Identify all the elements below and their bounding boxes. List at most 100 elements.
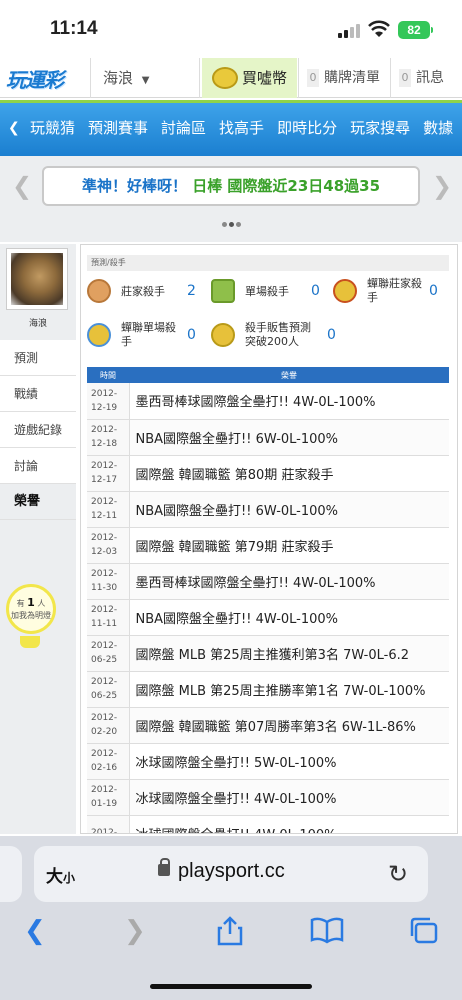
table-row[interactable]: 2012- 12-03 國際盤 韓國職籃 第79期 莊家殺手: [87, 527, 449, 564]
badge-count: 0: [327, 327, 336, 343]
address-bar[interactable]: 大小 playsport.cc ↻: [34, 846, 428, 902]
nav-item-predict[interactable]: 預測賽事: [88, 119, 148, 137]
row-honor-title[interactable]: 墨西哥棒球國際盤全壘打!! 4W-0L-100%: [129, 383, 449, 420]
row-month-day: 12-19: [91, 402, 118, 413]
row-honor-title[interactable]: NBA國際盤全壘打!! 4W-0L-100%: [129, 599, 449, 636]
chevron-down-icon: ▼: [141, 75, 150, 86]
cart-label: 購牌清單: [324, 70, 380, 86]
row-honor-title[interactable]: 國際盤 韓國職籃 第80期 莊家殺手: [129, 455, 449, 492]
row-month-day: 11-30: [91, 583, 118, 593]
messages-button[interactable]: 0 訊息: [390, 58, 462, 98]
row-honor-title[interactable]: 國際盤 韓國職籃 第79期 莊家殺手: [129, 527, 449, 564]
table-row[interactable]: 2012- 06-25 國際盤 MLB 第25周主推獲利第3名 7W-0L-6.2: [87, 635, 449, 672]
sidebar-item-predictions[interactable]: 預測: [0, 340, 76, 376]
row-month-day: 11-11: [91, 619, 118, 629]
table-row[interactable]: 2012- 冰球國際盤全壘打!! 4W-0L-100%: [87, 815, 449, 833]
sidebar-item-discussion[interactable]: 討論: [0, 448, 76, 484]
carousel-dots: [222, 212, 243, 231]
row-month-day: 01-19: [91, 799, 118, 809]
row-month-day: 12-03: [91, 547, 118, 557]
honors-panel: 預測/殺手 莊家殺手 2 單場殺手 0 蟬聯莊家殺手 0 蟬聯單場殺手 0 殺手…: [80, 244, 458, 834]
reload-icon[interactable]: ↻: [388, 860, 408, 888]
nav-item-guess[interactable]: 玩競猜: [30, 119, 75, 137]
share-icon[interactable]: [216, 916, 244, 946]
bulb-suffix: 人: [37, 599, 46, 608]
row-month-day: 12-17: [91, 475, 118, 485]
table-row[interactable]: 2012- 12-11 NBA國際盤全壘打!! 6W-0L-100%: [87, 491, 449, 528]
table-row[interactable]: 2012- 01-19 冰球國際盤全壘打!! 4W-0L-100%: [87, 779, 449, 816]
table-row[interactable]: 2012- 12-18 NBA國際盤全壘打!! 6W-0L-100%: [87, 419, 449, 456]
consecutive-single-medal-icon: [87, 323, 111, 347]
user-menu[interactable]: 海浪 ▼: [90, 58, 200, 98]
nav-item-forum[interactable]: 討論區: [161, 119, 206, 137]
home-indicator: [150, 984, 312, 989]
nav-item-experts[interactable]: 找高手: [219, 119, 264, 137]
nav-item-player-search[interactable]: 玩家搜尋: [350, 119, 410, 137]
badge-consecutive-single-killer: 蟬聯單場殺手 0: [87, 319, 207, 357]
cart-count: 0: [307, 69, 319, 87]
chevron-left-icon: ❮: [8, 120, 20, 136]
browser-tools: ❮ ❯: [0, 916, 462, 956]
row-year: 2012-: [91, 785, 118, 795]
cart-button[interactable]: 0 購牌清單: [298, 58, 390, 98]
row-date: 2012- 11-30: [87, 563, 130, 600]
badge-count: 2: [187, 283, 196, 299]
tabs-icon[interactable]: [408, 916, 440, 946]
row-honor-title[interactable]: 墨西哥棒球國際盤全壘打!! 4W-0L-100%: [129, 563, 449, 600]
sidebar-item-game-history[interactable]: 遊戲紀錄: [0, 412, 76, 448]
forward-icon[interactable]: ❯: [124, 916, 146, 946]
avatar[interactable]: [6, 248, 68, 310]
row-date: 2012- 12-03: [87, 527, 130, 564]
coin-icon: [212, 67, 238, 89]
profile-username: 海浪: [28, 319, 47, 329]
carousel-next-icon[interactable]: ❯: [432, 172, 452, 200]
bulb-count: 1: [27, 596, 35, 609]
row-honor-title[interactable]: NBA國際盤全壘打!! 6W-0L-100%: [129, 419, 449, 456]
site-header: 玩運彩 海浪 ▼ 買噓幣 0 購牌清單 0 訊息: [0, 58, 462, 98]
table-row[interactable]: 2012- 12-19 墨西哥棒球國際盤全壘打!! 4W-0L-100%: [87, 383, 449, 420]
back-icon[interactable]: ❮: [24, 916, 46, 946]
row-honor-title[interactable]: 國際盤 MLB 第25周主推獲利第3名 7W-0L-6.2: [129, 635, 449, 672]
row-date: 2012- 01-19: [87, 779, 130, 816]
table-row[interactable]: 2012- 06-25 國際盤 MLB 第25周主推勝率第1名 7W-0L-100%: [87, 671, 449, 708]
site-logo[interactable]: 玩運彩: [6, 64, 86, 92]
nav-item-data[interactable]: 數據: [423, 119, 453, 137]
dealer-killer-medal-icon: [87, 279, 111, 303]
row-honor-title[interactable]: 冰球國際盤全壘打!! 5W-0L-100%: [129, 743, 449, 780]
row-date: 2012- 11-11: [87, 599, 130, 636]
nav-item-live-score[interactable]: 即時比分: [277, 119, 337, 137]
main-nav: ❮ 玩競猜 預測賽事 討論區 找高手 即時比分 玩家搜尋 數據: [0, 100, 462, 156]
table-header: 時間 榮譽: [87, 367, 449, 383]
row-year: 2012-: [91, 425, 118, 435]
sidebar-item-record[interactable]: 戰績: [0, 376, 76, 412]
row-honor-title[interactable]: 冰球國際盤全壘打!! 4W-0L-100%: [129, 779, 449, 816]
row-year: 2012-: [91, 713, 118, 723]
table-row[interactable]: 2012- 11-11 NBA國際盤全壘打!! 4W-0L-100%: [87, 599, 449, 636]
row-year: 2012-: [91, 641, 118, 651]
buy-coin-button[interactable]: 買噓幣: [202, 58, 297, 98]
row-honor-title[interactable]: 國際盤 MLB 第25周主推勝率第1名 7W-0L-100%: [129, 671, 449, 708]
table-row[interactable]: 2012- 02-16 冰球國際盤全壘打!! 5W-0L-100%: [87, 743, 449, 780]
signal-icon: [338, 24, 362, 38]
table-row[interactable]: 2012- 12-17 國際盤 韓國職籃 第80期 莊家殺手: [87, 455, 449, 492]
text-size-button[interactable]: 大小: [46, 862, 75, 887]
row-honor-title[interactable]: NBA國際盤全壘打!! 6W-0L-100%: [129, 491, 449, 528]
badge-sales-killer: 殺手販售預測突破200人 0: [211, 319, 341, 357]
row-honor-title[interactable]: 國際盤 韓國職籃 第07周勝率第3名 6W-1L-86%: [129, 707, 449, 744]
profile-sidebar: 海浪 預測 戰績 遊戲紀錄 討論 榮譽 有 1 人 加我為明燈: [0, 244, 76, 834]
badge-label: 蟬聯單場殺手: [121, 321, 176, 348]
table-row[interactable]: 2012- 11-30 墨西哥棒球國際盤全壘打!! 4W-0L-100%: [87, 563, 449, 600]
carousel-prev-icon[interactable]: ❮: [12, 172, 32, 200]
battery-tip: [431, 27, 433, 33]
sidebar-item-honors[interactable]: 榮譽: [0, 484, 76, 520]
bookmarks-icon[interactable]: [310, 916, 344, 944]
table-row[interactable]: 2012- 02-20 國際盤 韓國職籃 第07周勝率第3名 6W-1L-86%: [87, 707, 449, 744]
previous-tab-peek[interactable]: [0, 846, 22, 902]
badge-label: 殺手販售預測突破200人: [245, 321, 311, 348]
row-honor-title[interactable]: 冰球國際盤全壘打!! 4W-0L-100%: [129, 815, 449, 833]
lightbulb-badge[interactable]: 有 1 人 加我為明燈: [6, 584, 56, 634]
row-month-day: 06-25: [91, 691, 118, 701]
banner-message[interactable]: 準神！好棒呀！ 日棒 國際盤近23日48過35: [42, 166, 420, 206]
badge-count: 0: [187, 327, 196, 343]
single-killer-medal-icon: [211, 279, 235, 303]
